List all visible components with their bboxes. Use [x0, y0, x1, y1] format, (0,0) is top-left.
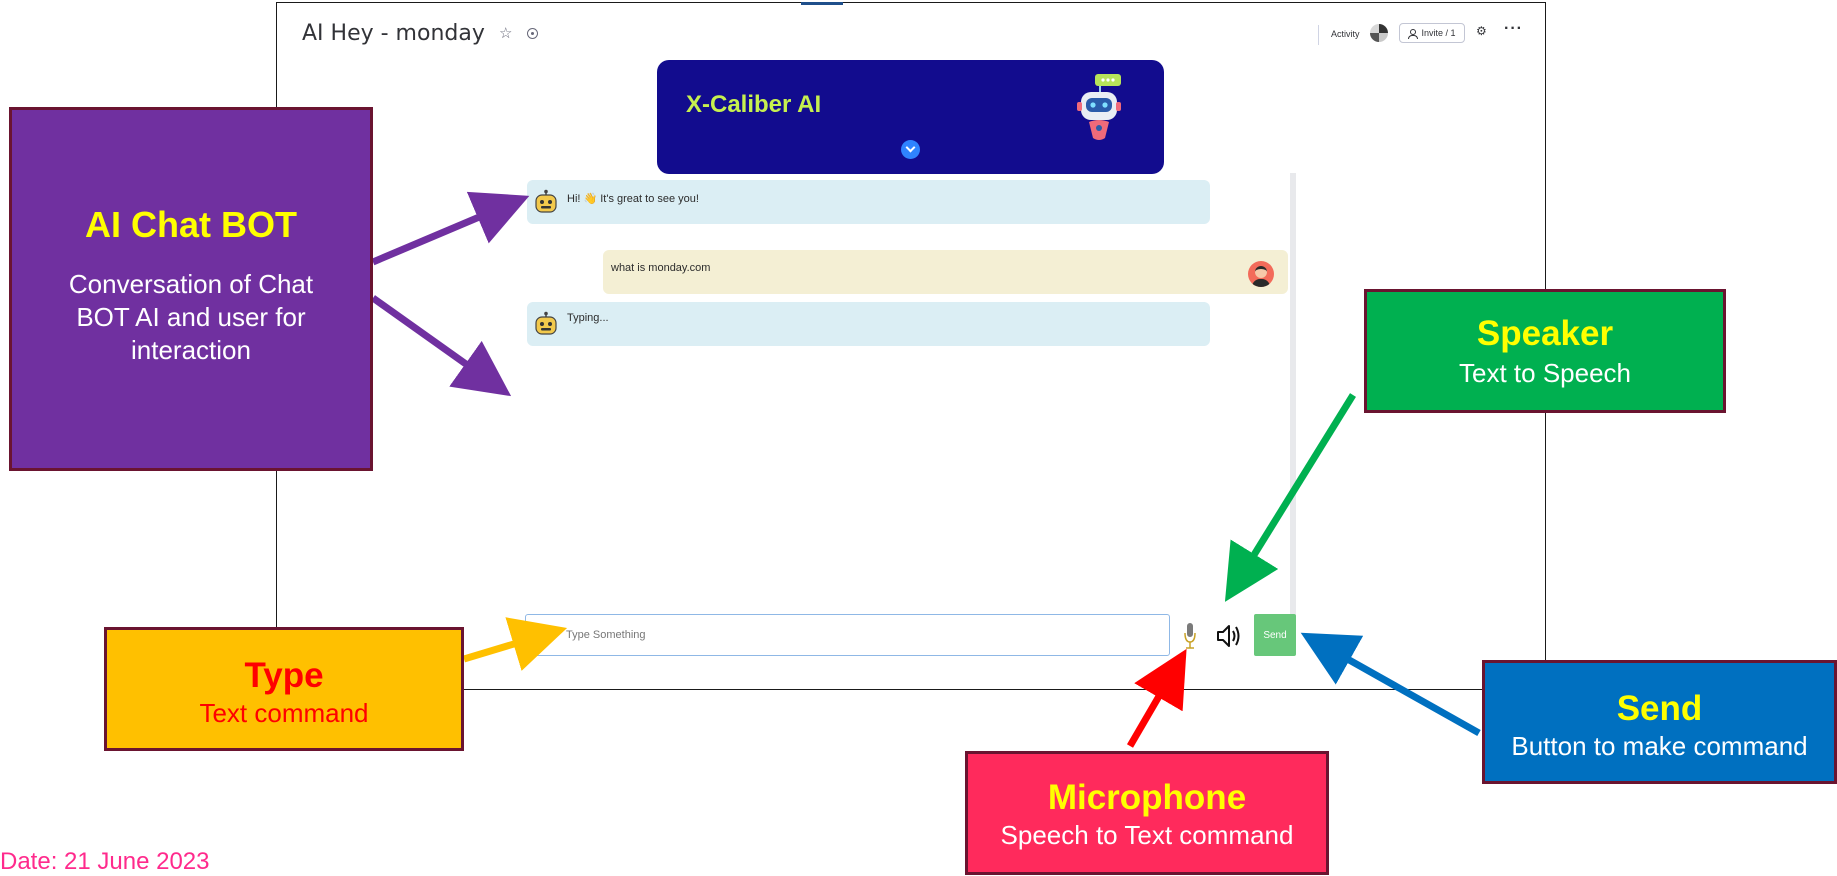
user-message: what is monday.com [603, 250, 1288, 294]
header-divider [1318, 25, 1319, 45]
person-icon [1408, 28, 1419, 39]
chatbot-banner: X-Caliber AI [657, 60, 1164, 174]
chat-input[interactable] [525, 614, 1170, 656]
microphone-icon[interactable] [1183, 621, 1197, 651]
invite-button[interactable]: Invite / 1 [1399, 23, 1465, 43]
robot-mascot-icon [1077, 74, 1121, 140]
bot-message-text: Hi! 👋 It's great to see you! [567, 193, 699, 205]
star-icon[interactable]: ☆ [499, 24, 512, 42]
invite-label: Invite / 1 [1421, 28, 1456, 38]
callout-type-title: Type [244, 656, 324, 695]
gear-icon[interactable]: ⚙ [1476, 24, 1487, 38]
callout-type-description: Text command [199, 698, 369, 728]
board-header: AI Hey - monday ☆ Activity Invite / 1 ⚙ … [277, 3, 1545, 61]
more-icon[interactable]: ··· [1504, 20, 1523, 38]
bot-message: Typing... [527, 302, 1210, 346]
callout-microphone-title: Microphone [1047, 778, 1247, 817]
callout-speaker: Speaker Text to Speech [1364, 289, 1726, 413]
callout-chatbot: AI Chat BOT Conversation of Chat BOT AI … [9, 107, 373, 471]
callout-chatbot-title: AI Chat BOT [85, 204, 297, 245]
bot-message-text: Typing... [567, 312, 609, 324]
callout-type: Type Text command [104, 627, 464, 751]
activity-link[interactable]: Activity [1331, 29, 1360, 39]
callout-send: Send Button to make command [1482, 660, 1837, 784]
callout-microphone: Microphone Speech to Text command [965, 751, 1329, 875]
info-icon[interactable] [527, 28, 538, 39]
send-button[interactable]: Send [1254, 614, 1296, 656]
bot-avatar-icon [535, 189, 557, 213]
board-title[interactable]: AI Hey - monday [302, 21, 485, 46]
user-message-text: what is monday.com [611, 262, 711, 274]
chevron-down-icon[interactable] [901, 140, 920, 159]
callout-speaker-description: Text to Speech [1459, 358, 1631, 388]
callout-send-description: Button to make command [1511, 731, 1808, 761]
chatbot-title: X-Caliber AI [686, 91, 822, 118]
bot-message: Hi! 👋 It's great to see you! [527, 180, 1210, 224]
speaker-icon[interactable] [1215, 622, 1243, 650]
callout-chatbot-description: Conversation of Chat BOT AI and user for… [68, 269, 314, 365]
callout-speaker-title: Speaker [1476, 314, 1614, 353]
callout-microphone-description: Speech to Text command [1000, 820, 1294, 850]
app-window: AI Hey - monday ☆ Activity Invite / 1 ⚙ … [276, 2, 1546, 690]
callout-send-title: Send [1616, 689, 1703, 728]
bot-avatar-icon [535, 311, 557, 335]
chat-scrollbar[interactable] [1290, 173, 1296, 623]
activity-avatar[interactable] [1370, 24, 1388, 42]
user-avatar [1248, 261, 1274, 287]
